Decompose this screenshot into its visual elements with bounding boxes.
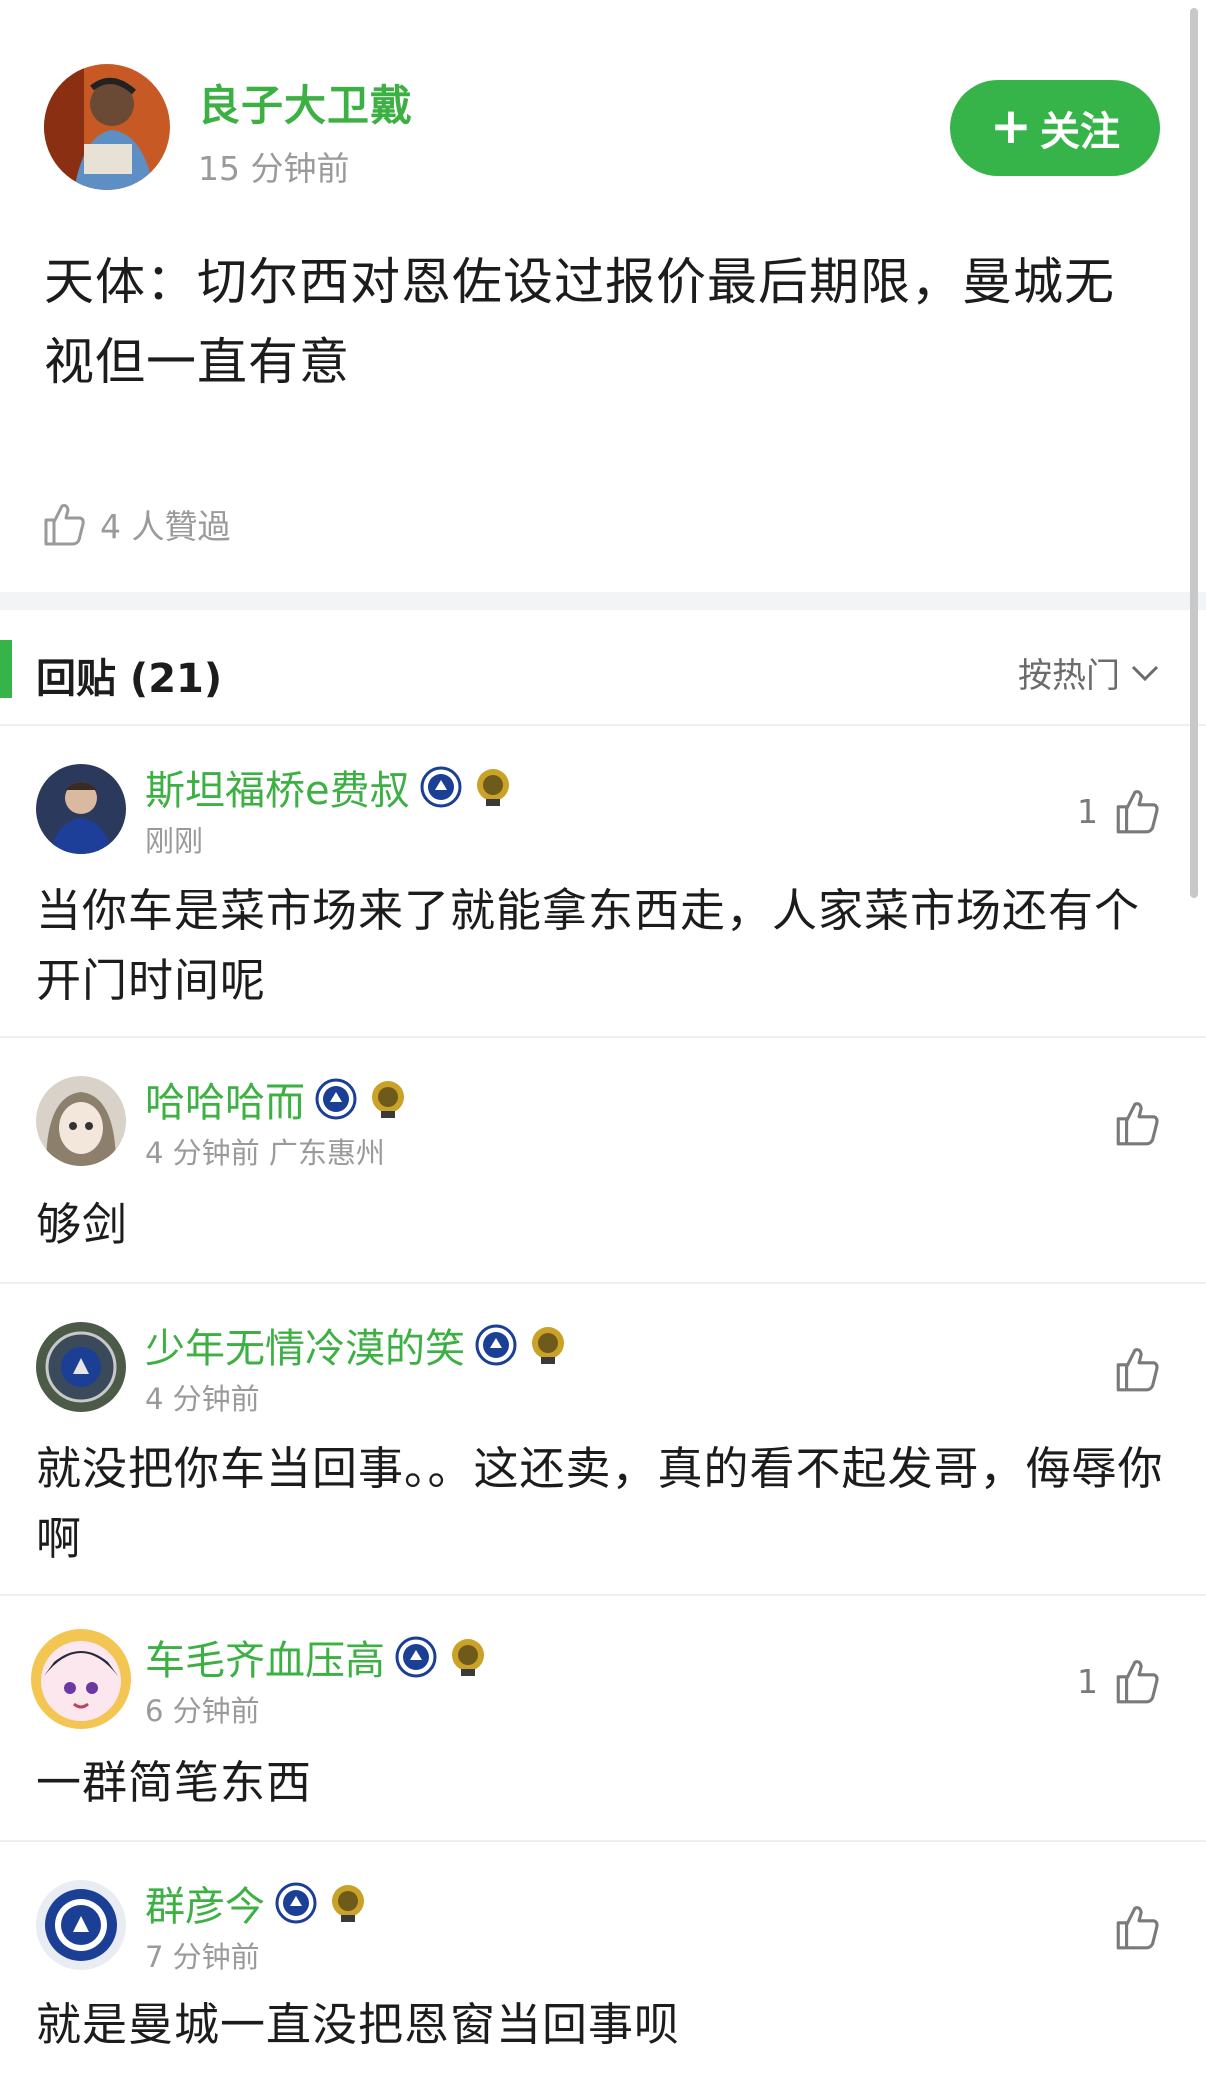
gold-medal-icon (452, 1639, 484, 1676)
gold-medal-icon (476, 769, 509, 806)
comment-item: 少年无情冷漠的笑 4 分钟前 就没把你车当回事。。这还卖，真的看不起发哥，侮辱你… (0, 1286, 1206, 1596)
comment-like-count: 1 (1077, 791, 1098, 831)
commenter-avatar[interactable] (36, 764, 126, 854)
thumbs-up-icon (1116, 1102, 1159, 1146)
gold-medal-icon (332, 1885, 364, 1922)
commenter-info: 车毛齐血压高 (145, 1628, 489, 1686)
chevron-down-icon (1131, 665, 1159, 681)
post-like-button[interactable]: 4 人贊過 (40, 500, 231, 548)
thumbs-up-icon (1116, 1660, 1159, 1704)
chelsea-badge-icon (275, 1882, 317, 1924)
plus-icon: + (990, 97, 1032, 155)
replies-header: 回贴 (21) 按热门 (0, 610, 1206, 726)
chelsea-badge-icon (420, 766, 462, 808)
thumbs-up-icon (1116, 1348, 1159, 1392)
post-time: 15 分钟前 (198, 149, 350, 188)
gold-medal-icon (372, 1081, 404, 1118)
chelsea-badge-icon (395, 1636, 437, 1678)
comment-text: 够剑 (36, 1198, 129, 1251)
comment-text: 就是曼城一直没把恩窗当回事呗 (36, 1998, 681, 2051)
author-name[interactable]: 良子大卫戴 (198, 72, 413, 133)
follow-button[interactable]: + 关注 (950, 80, 1160, 176)
commenter-info: 哈哈哈而 (145, 1070, 409, 1128)
scrollbar[interactable] (1190, 8, 1198, 898)
comment-meta: 4 分钟前 (145, 1382, 260, 1416)
sort-dropdown[interactable]: 按热门 (1018, 648, 1160, 697)
commenter-name[interactable]: 群彦今 (145, 1874, 265, 1932)
commenter-avatar[interactable] (36, 1076, 126, 1166)
comment-like-button[interactable] (1098, 1344, 1162, 1394)
comment-like-button[interactable] (1098, 1902, 1162, 1952)
section-divider (0, 592, 1206, 610)
post-title: 天体：切尔西对恩佐设过报价最后期限，曼城无视但一直有意 (44, 253, 1115, 391)
comment-item: 群彦今 7 分钟前 就是曼城一直没把恩窗当回事呗 (0, 1844, 1206, 2079)
comment-like-button[interactable] (1098, 1098, 1162, 1148)
comment-like-count: 1 (1077, 1661, 1098, 1701)
commenter-name[interactable]: 哈哈哈而 (145, 1070, 305, 1128)
comment-meta: 4 分钟前 广东惠州 (145, 1136, 385, 1170)
comment-text: 就没把你车当回事。。这还卖，真的看不起发哥，侮辱你啊 (36, 1442, 1164, 1565)
post-likes-label: 4 人贊過 (100, 507, 231, 546)
chelsea-badge-icon (475, 1324, 517, 1366)
comment-text: 一群简笔东西 (36, 1756, 313, 1809)
comment-item: 哈哈哈而 4 分钟前 广东惠州 够剑 (0, 1040, 1206, 1284)
commenter-info: 斯坦福桥e费叔 (145, 758, 514, 816)
commenter-avatar[interactable] (28, 1626, 134, 1732)
chelsea-badge-icon (315, 1078, 357, 1120)
author-avatar[interactable] (44, 64, 170, 190)
replies-title: 回贴 (21) (36, 656, 223, 702)
commenter-name[interactable]: 车毛齐血压高 (145, 1628, 385, 1686)
comment-like-button[interactable]: 1 (1077, 786, 1162, 836)
commenter-avatar[interactable] (36, 1322, 126, 1412)
post-card: 良子大卫戴 15 分钟前 + 关注 天体：切尔西对恩佐设过报价最后期限，曼城无视… (0, 0, 1206, 590)
commenter-name[interactable]: 少年无情冷漠的笑 (145, 1316, 465, 1374)
commenter-avatar[interactable] (36, 1880, 126, 1970)
thumbs-up-icon (1116, 1906, 1159, 1950)
comment-text: 当你车是菜市场来了就能拿东西走，人家菜市场还有个开门时间呢 (36, 884, 1141, 1007)
thumbs-up-icon (1116, 790, 1159, 834)
comment-meta: 刚刚 (145, 824, 204, 858)
thumbs-up-icon (44, 504, 85, 546)
comment-item: 车毛齐血压高 6 分钟前 1 一群简笔东西 (0, 1598, 1206, 1842)
comment-meta: 7 分钟前 (145, 1940, 260, 1974)
sort-label: 按热门 (1018, 656, 1120, 696)
comment-item: 斯坦福桥e费叔 刚刚 1 当你车是菜市场来了就能拿东西走，人家菜市场还有个开门时… (0, 728, 1206, 1038)
comment-like-button[interactable]: 1 (1077, 1656, 1162, 1706)
gold-medal-icon (532, 1327, 564, 1364)
commenter-info: 少年无情冷漠的笑 (145, 1316, 569, 1374)
commenter-name[interactable]: 斯坦福桥e费叔 (145, 758, 410, 816)
commenter-info: 群彦今 (145, 1874, 369, 1932)
comment-meta: 6 分钟前 (145, 1694, 260, 1728)
follow-label: 关注 (1039, 109, 1120, 155)
header-accent-bar (0, 640, 12, 698)
